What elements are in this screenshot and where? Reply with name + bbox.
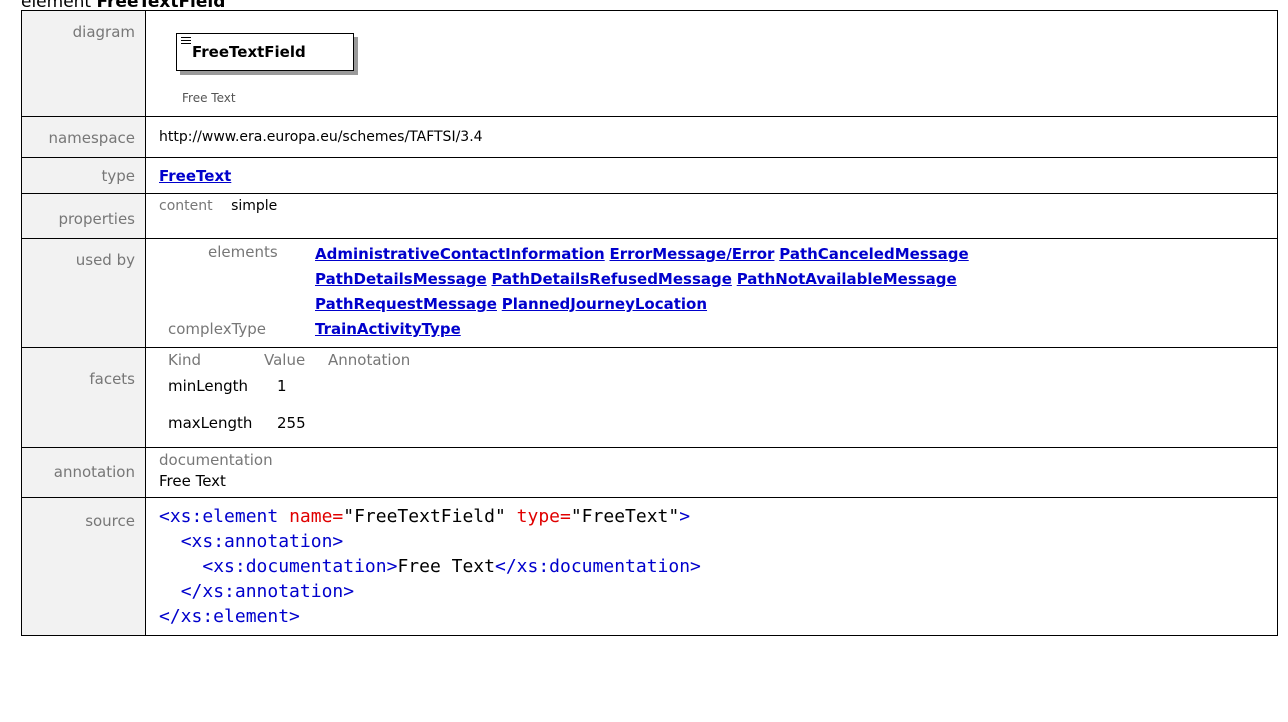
facets-header-annotation: Annotation (328, 351, 411, 369)
facets-header-value: Value (264, 351, 306, 369)
used-by-complextype-label: complexType (168, 320, 267, 338)
facet-value: 255 (277, 414, 306, 432)
used-by-elements-list: AdministrativeContactInformation ErrorMe… (315, 242, 969, 342)
namespace-label: namespace (21, 116, 146, 158)
diagram-element-box[interactable]: FreeTextField (176, 33, 354, 71)
code-text: Free Text (397, 556, 495, 577)
annotation-cell: documentation Free Text (145, 447, 1278, 498)
used-by-label: used by (21, 238, 146, 348)
row-facets: facets Kind Value Annotation minLength 1… (21, 347, 1278, 448)
used-by-element-link[interactable]: PlannedJourneyLocation (502, 295, 707, 313)
used-by-cell: elements complexType AdministrativeConta… (145, 238, 1278, 348)
used-by-elements-label: elements (208, 243, 278, 261)
properties-cell: content simple (145, 193, 1278, 239)
used-by-element-link[interactable]: PathDetailsRefusedMessage (491, 270, 731, 288)
row-namespace: namespace http://www.era.europa.eu/schem… (21, 116, 1278, 158)
used-by-element-link[interactable]: PathNotAvailableMessage (737, 270, 957, 288)
source-code: <xs:element name="FreeTextField" type="F… (159, 504, 1277, 629)
element-lines-icon (181, 37, 191, 46)
annotation-label: annotation (21, 447, 146, 498)
facet-kind: minLength (168, 377, 249, 395)
code-tag: </xs:annotation> (180, 581, 355, 602)
code-tag: > (679, 506, 691, 527)
type-label: type (21, 157, 146, 194)
namespace-value: http://www.era.europa.eu/schemes/TAFTSI/… (145, 116, 1278, 158)
properties-value: simple (231, 198, 278, 214)
properties-label: properties (21, 193, 146, 239)
diagram-cell: FreeTextField Free Text (145, 10, 1278, 117)
source-cell: <xs:element name="FreeTextField" type="F… (145, 497, 1278, 636)
row-type: type FreeText (21, 157, 1278, 194)
code-attr: type= (516, 506, 571, 527)
type-cell: FreeText (145, 157, 1278, 194)
code-tag: </xs:documentation> (494, 556, 701, 577)
code-value: "FreeTextField" (343, 506, 506, 527)
code-tag: <xs:element (159, 506, 279, 527)
used-by-element-link[interactable]: ErrorMessage/Error (609, 245, 774, 263)
code-tag: <xs:annotation> (180, 531, 344, 552)
row-annotation: annotation documentation Free Text (21, 447, 1278, 498)
used-by-element-link[interactable]: PathRequestMessage (315, 295, 497, 313)
used-by-element-link[interactable]: PathCanceledMessage (779, 245, 968, 263)
facets-header-kind: Kind (168, 351, 202, 369)
facets-label: facets (21, 347, 146, 448)
row-diagram: diagram FreeTextField Free Text (21, 10, 1278, 117)
code-tag: <xs:documentation> (202, 556, 398, 577)
used-by-complextype-link[interactable]: TrainActivityType (315, 320, 461, 338)
annotation-text: Free Text (159, 472, 226, 490)
annotation-sub-label: documentation (159, 451, 273, 469)
facets-cell: Kind Value Annotation minLength 1 maxLen… (145, 347, 1278, 448)
row-source: source <xs:element name="FreeTextField" … (21, 497, 1278, 636)
code-value: "FreeText" (570, 506, 680, 527)
facet-value: 1 (277, 377, 287, 395)
code-attr: name= (289, 506, 344, 527)
row-used-by: used by elements complexType Administrat… (21, 238, 1278, 348)
source-label: source (21, 497, 146, 636)
code-tag: </xs:element> (159, 606, 300, 627)
properties-key: content (159, 198, 213, 214)
row-properties: properties content simple (21, 193, 1278, 239)
facet-kind: maxLength (168, 414, 253, 432)
used-by-element-link[interactable]: PathDetailsMessage (315, 270, 487, 288)
diagram-element-name: FreeTextField (192, 43, 306, 61)
element-doc-table: diagram FreeTextField Free Text namespac… (21, 10, 1278, 636)
type-link[interactable]: FreeText (159, 167, 231, 185)
used-by-element-link[interactable]: AdministrativeContactInformation (315, 245, 605, 263)
diagram-label: diagram (21, 10, 146, 117)
diagram-caption: Free Text (182, 91, 236, 105)
